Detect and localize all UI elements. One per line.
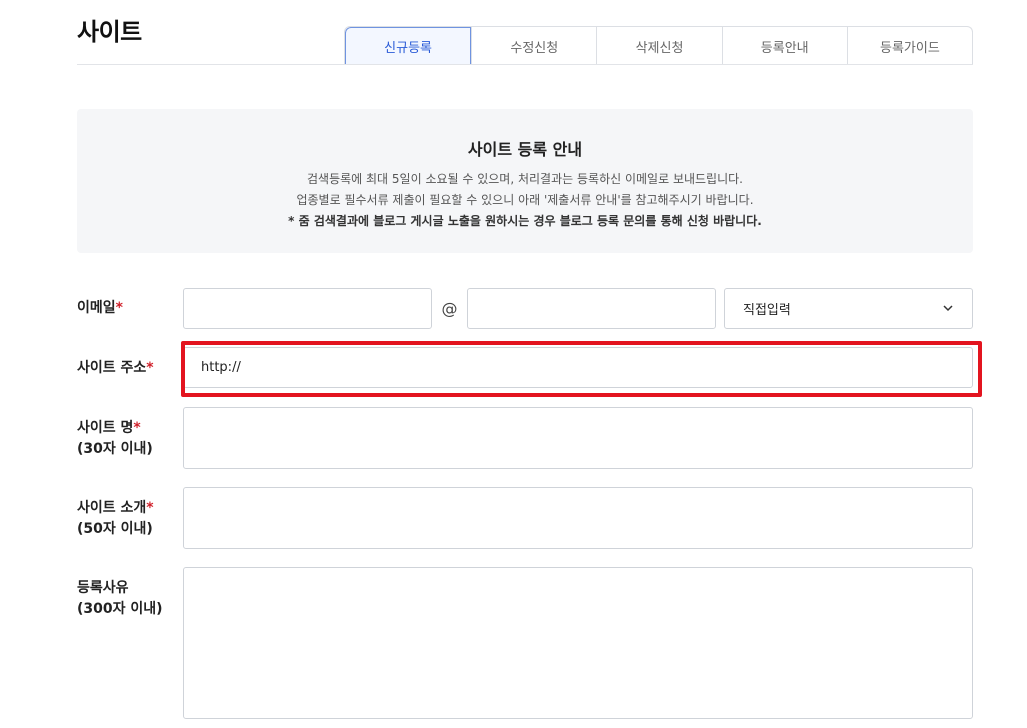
chevron-down-icon [943, 305, 953, 312]
site-url-label-text: 사이트 주소 [77, 360, 147, 376]
site-url-input[interactable] [183, 347, 973, 388]
tab-registration-guide[interactable]: 등록가이드 [846, 27, 972, 65]
email-label-text: 이메일 [77, 300, 116, 316]
site-name-input[interactable] [183, 407, 973, 469]
email-local-input[interactable] [183, 288, 432, 329]
site-intro-input[interactable] [183, 487, 973, 549]
reason-limit: (300자 이내) [77, 601, 163, 617]
at-symbol: @ [441, 299, 458, 318]
email-domain-input[interactable] [467, 288, 716, 329]
header-divider [77, 64, 973, 65]
required-mark: * [146, 360, 154, 376]
reason-textarea[interactable] [183, 567, 973, 719]
page-title: 사이트 [77, 18, 142, 46]
tab-delete-request[interactable]: 삭제신청 [596, 27, 721, 65]
tab-new-registration[interactable]: 신규등록 [345, 27, 472, 65]
site-intro-label: 사이트 소개* (50자 이내) [77, 498, 154, 540]
email-domain-select[interactable]: 직접입력 [724, 288, 973, 329]
notice-line: 업종별로 필수서류 제출이 필요할 수 있으니 아래 '제출서류 안내'를 참고… [296, 193, 754, 207]
email-domain-select-value: 직접입력 [743, 303, 791, 318]
tab-bar: 신규등록 수정신청 삭제신청 등록안내 등록가이드 [344, 26, 973, 65]
reason-label-text: 등록사유 [77, 580, 129, 596]
email-label: 이메일* [77, 298, 123, 319]
required-mark: * [133, 420, 141, 436]
site-url-label: 사이트 주소* [77, 358, 154, 379]
notice-line: * 줌 검색결과에 블로그 게시글 노출을 원하시는 경우 블로그 등록 문의를… [288, 214, 762, 228]
notice-line: 검색등록에 최대 5일이 소요될 수 있으며, 처리결과는 등록하신 이메일로 … [307, 172, 743, 186]
site-name-label-text: 사이트 명 [77, 420, 134, 436]
required-mark: * [115, 300, 123, 316]
notice-title: 사이트 등록 안내 [467, 140, 583, 159]
site-intro-label-text: 사이트 소개 [77, 500, 147, 516]
registration-notice-box: 사이트 등록 안내 검색등록에 최대 5일이 소요될 수 있으며, 처리결과는 … [77, 109, 973, 253]
site-name-limit: (30자 이내) [77, 441, 153, 457]
tab-registration-info[interactable]: 등록안내 [721, 27, 847, 65]
required-mark: * [146, 500, 154, 516]
reason-label: 등록사유 (300자 이내) [77, 578, 163, 620]
tab-modify-request[interactable]: 수정신청 [471, 27, 596, 65]
site-intro-limit: (50자 이내) [77, 521, 153, 537]
site-name-label: 사이트 명* (30자 이내) [77, 418, 153, 460]
